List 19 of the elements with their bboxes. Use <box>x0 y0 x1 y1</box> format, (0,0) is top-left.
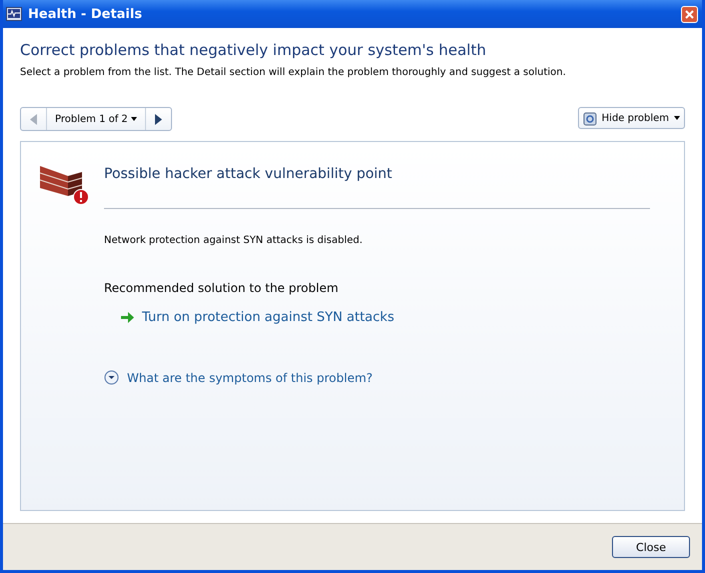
solution-link[interactable]: Turn on protection against SYN attacks <box>142 310 394 325</box>
arrow-icon <box>121 312 134 323</box>
close-button[interactable] <box>681 6 698 22</box>
problem-description: Network protection against SYN attacks is disabled. <box>104 235 364 246</box>
solution-heading: Recommended solution to the problem <box>104 281 340 295</box>
problem-title: Possible hacker attack vulnerability point <box>104 166 392 182</box>
right-triangle-icon <box>154 114 162 124</box>
hide-problem-button[interactable]: Hide problem <box>578 107 685 129</box>
page-heading: Correct problems that negatively impact your system's health <box>20 41 488 59</box>
window-title: Health - Details <box>28 6 144 22</box>
symptoms-link[interactable]: What are the symptoms of this problem? <box>127 370 373 384</box>
instructions-text: Select a problem from the list. The Detail section will explain the problem thoroughly and suggest a solution. <box>20 67 567 78</box>
monitor-icon <box>6 7 22 21</box>
caret-icon <box>674 116 680 120</box>
close-button[interactable]: Close <box>612 536 690 558</box>
close-icon <box>685 10 694 18</box>
problem-dropdown[interactable]: Problem 1 of 2 <box>47 108 145 130</box>
caret-icon <box>130 116 137 121</box>
left-triangle-icon <box>30 114 37 124</box>
